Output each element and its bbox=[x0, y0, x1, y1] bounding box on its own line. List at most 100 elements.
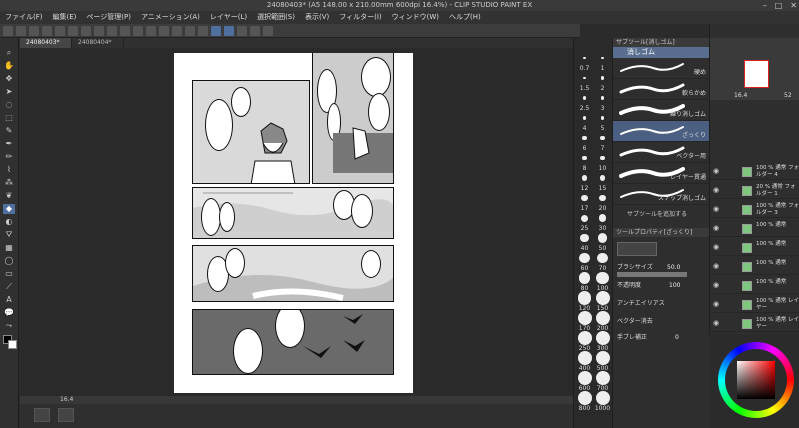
fill-icon[interactable] bbox=[107, 25, 117, 36]
eraser-tool-icon[interactable]: ◆ bbox=[3, 204, 15, 214]
subtool-group-title[interactable]: 消しゴム bbox=[613, 47, 709, 58]
gradient-tool-icon[interactable]: ▦ bbox=[3, 243, 15, 253]
brush-size-label[interactable]: 6 bbox=[576, 145, 593, 152]
menu-view[interactable]: 表示(V) bbox=[300, 11, 334, 24]
select-tool-icon[interactable]: ⬚ bbox=[3, 113, 15, 123]
brush-size-dot[interactable] bbox=[595, 311, 610, 325]
layer-row[interactable]: ◉ 100 % 通常 bbox=[710, 221, 799, 237]
navigator-zoom[interactable]: 16.4 bbox=[734, 92, 747, 99]
frame-tool-icon[interactable]: ▭ bbox=[3, 269, 15, 279]
layer-row[interactable]: ◉ 100 % 通常 bbox=[710, 240, 799, 256]
brush-size-dot[interactable] bbox=[577, 351, 592, 365]
subtool-item[interactable]: ざっくり bbox=[613, 121, 709, 142]
menu-file[interactable]: ファイル(F) bbox=[0, 11, 48, 24]
brush-size-label[interactable]: 60 bbox=[576, 265, 593, 272]
menu-layer[interactable]: レイヤー(L) bbox=[205, 11, 252, 24]
subtool-item[interactable]: スナップ消しゴム bbox=[613, 184, 709, 205]
brush-size-dot[interactable] bbox=[582, 155, 587, 161]
eye-icon[interactable]: ◉ bbox=[713, 168, 719, 175]
brush-size-dot[interactable] bbox=[578, 272, 591, 284]
brush-size-label[interactable]: 1 bbox=[594, 65, 611, 72]
fill-tool-icon[interactable]: ⛛ bbox=[3, 230, 15, 240]
menu-help[interactable]: ヘルプ(H) bbox=[444, 11, 486, 24]
brush-size-label[interactable]: 5 bbox=[594, 125, 611, 132]
redo-icon[interactable] bbox=[68, 25, 78, 36]
subtool-item[interactable]: レイヤー貫通 bbox=[613, 163, 709, 184]
text-tool-icon[interactable]: A bbox=[3, 295, 15, 305]
subtool-item[interactable]: 練り消しゴム bbox=[613, 100, 709, 121]
subtool-item[interactable]: 軟らかめ bbox=[613, 79, 709, 100]
eye-icon[interactable]: ◉ bbox=[713, 282, 719, 289]
open-icon[interactable] bbox=[29, 25, 39, 36]
tab-document-2[interactable]: 24080404* bbox=[72, 38, 124, 48]
brush-size-dot[interactable] bbox=[596, 271, 609, 285]
layer-row[interactable]: ◉ 100 % 通常 bbox=[710, 259, 799, 275]
brush-size-dot[interactable] bbox=[600, 76, 605, 80]
border-icon[interactable] bbox=[172, 25, 182, 36]
correct-line-tool-icon[interactable]: ⤳ bbox=[3, 321, 15, 331]
snap-grid-icon[interactable] bbox=[237, 25, 247, 36]
brush-size-dot[interactable] bbox=[582, 96, 587, 100]
layer-row[interactable]: ◉ 20 % 通常 フォルダー 1 bbox=[710, 183, 799, 199]
eye-icon[interactable]: ◉ bbox=[713, 301, 719, 308]
brush-size-value[interactable]: 50.0 bbox=[667, 264, 680, 271]
hue-ring[interactable] bbox=[718, 342, 794, 418]
brush-size-dot[interactable] bbox=[599, 175, 606, 181]
maximize-icon[interactable]: □ bbox=[775, 0, 783, 11]
brush-size-dot[interactable] bbox=[595, 391, 610, 405]
brush-size-dot[interactable] bbox=[581, 214, 588, 222]
brush-size-dot[interactable] bbox=[597, 233, 608, 243]
clear-icon[interactable] bbox=[81, 25, 91, 36]
snap-ruler-icon[interactable] bbox=[211, 25, 221, 36]
crop-icon[interactable] bbox=[94, 25, 104, 36]
brush-size-label[interactable]: 3 bbox=[594, 105, 611, 112]
brush-size-dot[interactable] bbox=[583, 76, 586, 80]
brush-size-label[interactable]: 50 bbox=[594, 245, 611, 252]
pen-tool-icon[interactable]: ✒ bbox=[3, 139, 15, 149]
menu-window[interactable]: ウィンドウ(W) bbox=[387, 11, 444, 24]
brush-size-label[interactable]: 25 bbox=[576, 225, 593, 232]
save-icon[interactable] bbox=[42, 25, 52, 36]
pencil-tool-icon[interactable]: ✏ bbox=[3, 152, 15, 162]
tab-document-1[interactable]: 24080403* bbox=[20, 38, 72, 48]
brush-size-label[interactable]: 4 bbox=[576, 125, 593, 132]
eye-icon[interactable]: ◉ bbox=[713, 225, 719, 232]
subtool-item[interactable]: ベクター用 bbox=[613, 142, 709, 163]
layer-fill-icon[interactable] bbox=[58, 408, 74, 422]
menu-animation[interactable]: アニメーション(A) bbox=[136, 11, 205, 24]
layer-transparent-icon[interactable] bbox=[34, 408, 50, 422]
subtool-item[interactable]: 硬め bbox=[613, 58, 709, 79]
layer-row[interactable]: ◉ 100 % 通常 レイヤー bbox=[710, 297, 799, 313]
brush-size-label[interactable]: 40 bbox=[576, 245, 593, 252]
select-all-icon[interactable] bbox=[133, 25, 143, 36]
manga-page[interactable] bbox=[174, 53, 413, 393]
brush-size-dot[interactable] bbox=[595, 331, 610, 345]
deselect-icon[interactable] bbox=[146, 25, 156, 36]
saturation-value-square[interactable] bbox=[737, 361, 775, 399]
brush-size-dot[interactable] bbox=[595, 371, 610, 385]
navigator-thumbnail[interactable] bbox=[744, 60, 769, 88]
menu-filter[interactable]: フィルター(I) bbox=[334, 11, 386, 24]
operation-tool-icon[interactable]: ➤ bbox=[3, 87, 15, 97]
grid-icon[interactable] bbox=[185, 25, 195, 36]
stabilization-value[interactable]: 0 bbox=[675, 334, 679, 341]
brush-size-dot[interactable] bbox=[581, 194, 588, 201]
brush-size-label[interactable]: 10 bbox=[594, 165, 611, 172]
zoom-readout[interactable]: 16.4 bbox=[60, 396, 73, 403]
balloon-tool-icon[interactable]: 💬 bbox=[3, 308, 15, 318]
eye-icon[interactable]: ◉ bbox=[713, 187, 719, 194]
snap-special-icon[interactable] bbox=[224, 25, 234, 36]
brush-size-label[interactable]: 1000 bbox=[594, 405, 611, 412]
brush-size-dot[interactable] bbox=[600, 116, 605, 120]
brush-size-dot[interactable] bbox=[598, 214, 607, 222]
brush-size-dot[interactable] bbox=[600, 96, 605, 100]
brush-size-dot[interactable] bbox=[595, 291, 610, 305]
brush-size-dot[interactable] bbox=[600, 155, 605, 161]
figure-tool-icon[interactable]: ◯ bbox=[3, 256, 15, 266]
hand-tool-icon[interactable]: ✋ bbox=[3, 61, 15, 71]
layer-row[interactable]: ◉ 100 % 通常 フォルダー 3 bbox=[710, 202, 799, 218]
airbrush-tool-icon[interactable]: ⁂ bbox=[3, 178, 15, 188]
brush-size-dot[interactable] bbox=[595, 351, 610, 365]
brush-size-dot[interactable] bbox=[577, 391, 592, 405]
layer-row[interactable]: ◉ 100 % 通常 bbox=[710, 278, 799, 294]
